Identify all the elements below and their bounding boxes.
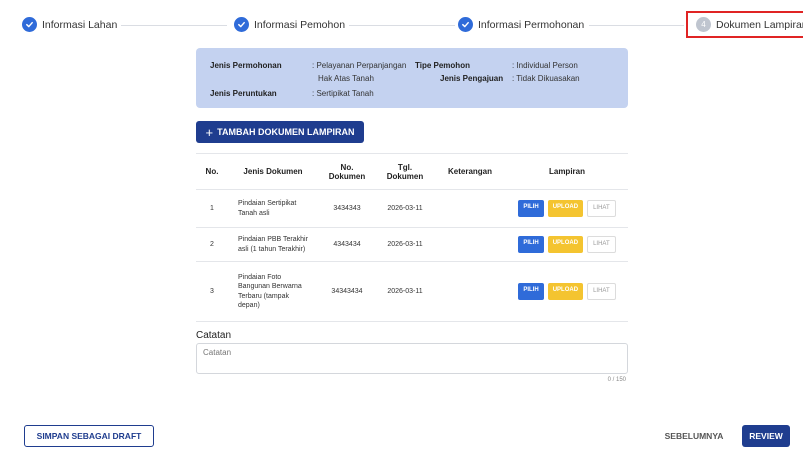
row-jenis-line: Tanah asli: [238, 209, 270, 217]
row-jenis-line: Terbaru (tampak: [238, 292, 289, 300]
pilih-button[interactable]: PILIH: [518, 200, 544, 217]
table-row: 1 Pindaian Sertipikat Tanah asli 3434343…: [196, 189, 628, 228]
row-keterangan: [434, 189, 506, 228]
row-jenis: Pindaian Foto Bangunan Berwarna Terbaru …: [228, 261, 318, 322]
step-connector: [347, 25, 455, 26]
col-header-lampiran: Lampiran: [506, 153, 628, 190]
progress-stepper: Informasi Lahan Informasi Pemohon Inform…: [22, 11, 803, 40]
row-no-dokumen: 34343434: [318, 261, 376, 322]
step-label: Informasi Permohonan: [478, 18, 585, 31]
upload-button[interactable]: UPLOAD: [547, 200, 584, 217]
numbered-circle-icon: 4: [696, 17, 711, 32]
col-header-tgl: Tgl. Dokumen: [376, 153, 434, 190]
step-informasi-pemohon[interactable]: Informasi Pemohon: [234, 17, 350, 32]
table-row: 3 Pindaian Foto Bangunan Berwarna Terbar…: [196, 261, 628, 322]
catatan-char-counter: 0 / 150: [607, 377, 626, 383]
row-keterangan: [434, 261, 506, 322]
dokumen-table: No. Jenis Dokumen No. Dokumen Tgl. Dokum…: [196, 153, 628, 322]
row-keterangan: [434, 227, 506, 262]
step-label: Dokumen Lampiran: [716, 18, 803, 31]
review-button[interactable]: REVIEW: [742, 425, 790, 447]
row-lampiran: PILIH UPLOAD LIHAT: [506, 189, 628, 228]
lihat-button[interactable]: LIHAT: [587, 283, 616, 300]
row-jenis: Pindaian PBB Terakhir asli (1 tahun Tera…: [228, 227, 318, 262]
row-tgl: 2026-03-11: [376, 227, 434, 262]
tambah-dokumen-button[interactable]: + TAMBAH DOKUMEN LAMPIRAN: [196, 121, 364, 143]
row-jenis: Pindaian Sertipikat Tanah asli: [228, 189, 318, 228]
step-connector: [589, 25, 684, 26]
sebelumnya-button[interactable]: SEBELUMNYA: [658, 427, 730, 445]
check-circle-icon: [234, 17, 249, 32]
step-label: Informasi Pemohon: [254, 18, 346, 31]
row-jenis-line: Pindaian Sertipikat: [238, 200, 297, 208]
step-informasi-permohonan[interactable]: Informasi Permohonan: [458, 17, 589, 32]
col-header-text: Dokumen: [328, 171, 366, 181]
row-no: 3: [196, 261, 228, 322]
simpan-draft-button[interactable]: SIMPAN SEBAGAI DRAFT: [24, 425, 154, 447]
row-lampiran: PILIH UPLOAD LIHAT: [506, 227, 628, 262]
row-jenis-line: Pindaian Foto: [238, 273, 282, 281]
lihat-button[interactable]: LIHAT: [587, 200, 616, 217]
tipe-pemohon-value: : Individual Person: [512, 61, 578, 70]
row-no: 1: [196, 189, 228, 228]
row-lampiran: PILIH UPLOAD LIHAT: [506, 261, 628, 322]
jenis-peruntukan-value: : Sertipikat Tanah: [312, 89, 374, 98]
col-header-text: Tgl.: [397, 162, 413, 172]
row-jenis-line: asli (1 tahun Terakhir): [238, 245, 306, 253]
tipe-pemohon-label: Tipe Pemohon: [415, 61, 470, 70]
jenis-pengajuan-value: : Tidak Dikuasakan: [512, 74, 580, 83]
col-header-no: No.: [196, 153, 228, 190]
jenis-permohonan-value: : Pelayanan Perpanjangan: [312, 61, 407, 70]
plus-icon: +: [205, 124, 214, 140]
col-header-text: No.: [340, 162, 354, 172]
check-circle-icon: [458, 17, 473, 32]
jenis-peruntukan-label: Jenis Peruntukan: [210, 89, 277, 98]
table-row: 2 Pindaian PBB Terakhir asli (1 tahun Te…: [196, 227, 628, 262]
row-tgl: 2026-03-11: [376, 261, 434, 322]
jenis-permohonan-value-cont: Hak Atas Tanah: [318, 74, 374, 83]
col-header-no-dokumen: No. Dokumen: [318, 153, 376, 190]
pilih-button[interactable]: PILIH: [518, 236, 544, 253]
jenis-permohonan-label: Jenis Permohonan: [210, 61, 282, 70]
table-header-row: No. Jenis Dokumen No. Dokumen Tgl. Dokum…: [196, 153, 628, 190]
row-tgl: 2026-03-11: [376, 189, 434, 228]
step-label: Informasi Lahan: [42, 18, 118, 31]
catatan-textarea[interactable]: [196, 343, 628, 374]
row-jenis-line: depan): [238, 301, 260, 309]
pilih-button[interactable]: PILIH: [518, 283, 544, 300]
upload-button[interactable]: UPLOAD: [547, 236, 584, 253]
step-informasi-lahan[interactable]: Informasi Lahan: [22, 17, 122, 32]
lihat-button[interactable]: LIHAT: [587, 236, 616, 253]
row-jenis-line: Pindaian PBB Terakhir: [238, 236, 308, 244]
col-header-keterangan: Keterangan: [434, 153, 506, 190]
row-no-dokumen: 4343434: [318, 227, 376, 262]
tambah-dokumen-label: TAMBAH DOKUMEN LAMPIRAN: [217, 127, 355, 137]
col-header-jenis: Jenis Dokumen: [228, 153, 318, 190]
check-circle-icon: [22, 17, 37, 32]
catatan-label: Catatan: [196, 330, 232, 341]
row-jenis-line: Bangunan Berwarna: [238, 283, 302, 291]
row-no-dokumen: 3434343: [318, 189, 376, 228]
step-connector: [117, 25, 227, 26]
upload-button[interactable]: UPLOAD: [547, 283, 584, 300]
col-header-text: Dokumen: [386, 171, 424, 181]
permohonan-summary: Jenis Permohonan : Pelayanan Perpanjanga…: [196, 48, 628, 108]
jenis-pengajuan-label: Jenis Pengajuan: [440, 74, 504, 83]
step-dokumen-lampiran[interactable]: 4 Dokumen Lampiran: [686, 11, 803, 38]
row-no: 2: [196, 227, 228, 262]
